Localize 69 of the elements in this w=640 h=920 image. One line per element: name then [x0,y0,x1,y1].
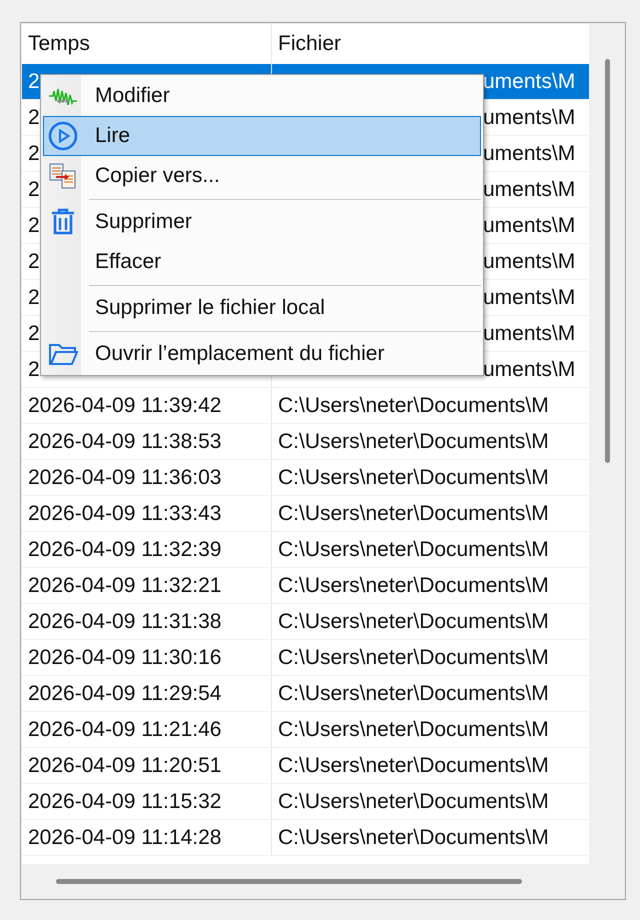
horizontal-scrollbar-thumb[interactable] [56,879,522,884]
table-cell: 2026-04-09 11:30:16 [28,646,222,669]
table-row[interactable]: 2026-04-09 11:30:16 C:\Users\neter\Documents\M [22,640,589,676]
table-cell: C:\Users\neter\Documents\M [278,394,549,417]
table-cell: 2026-04-09 11:36:03 [28,466,222,489]
table-row[interactable]: 2026-04-09 11:38:53 C:\Users\neter\Documents\M [22,424,589,460]
table-row[interactable]: 2026-04-09 11:29:54 C:\Users\neter\Documents\M [22,676,589,712]
table-cell: uments\M [483,214,576,237]
table-cell: 2026-04-09 11:14:28 [28,826,222,849]
table-cell: 2 [28,214,40,237]
table-cell: uments\M [483,70,576,93]
table-cell: uments\M [483,358,576,381]
table-row[interactable]: 2026-04-09 11:32:39 C:\Users\neter\Documents\M [22,532,589,568]
table-cell: 2026-04-09 11:32:21 [28,574,222,597]
column-header[interactable]: Fichier [272,24,589,64]
menu-item[interactable]: Copier vers... [43,156,481,196]
table-cell: 2 [28,142,40,165]
table-row[interactable]: 2026-04-09 11:33:43 C:\Users\neter\Documents\M [22,496,589,532]
table-cell: C:\Users\neter\Documents\M [278,754,549,777]
table-cell: 2026-04-09 11:31:38 [28,610,222,633]
table-cell: C:\Users\neter\Documents\M [278,574,549,597]
table-cell: uments\M [483,106,576,129]
table-row[interactable]: 2026-04-09 11:32:21 C:\Users\neter\Documents\M [22,568,589,604]
table-cell: C:\Users\neter\Documents\M [278,682,549,705]
table-cell: 2026-04-09 11:20:51 [28,754,222,777]
vertical-scrollbar-thumb[interactable] [604,59,610,463]
table-cell: 2 [28,250,40,273]
table-row[interactable]: 2026-04-09 11:39:42 C:\Users\neter\Documents\M [22,388,589,424]
table-row[interactable]: 2026-04-09 11:31:38 C:\Users\neter\Documents\M [22,604,589,640]
table-cell: C:\Users\neter\Documents\M [278,538,549,561]
menu-item[interactable]: Modifier [43,76,481,116]
table-cell: uments\M [483,286,576,309]
copy-icon [48,161,78,191]
table-cell: C:\Users\neter\Documents\M [278,646,549,669]
table-cell: 2 [28,70,40,93]
table-cell: 2026-04-09 11:15:32 [28,790,222,813]
table-cell: C:\Users\neter\Documents\M [278,826,549,849]
table-cell: C:\Users\neter\Documents\M [278,502,549,525]
menu-item[interactable]: Supprimer le fichier local [43,288,481,328]
table-row[interactable]: 2026-04-09 11:20:51 C:\Users\neter\Documents\M [22,748,589,784]
table-cell: 2026-04-09 11:39:42 [28,394,222,417]
table-cell: 2 [28,286,40,309]
play-icon [48,121,78,151]
table-cell: 2026-04-09 11:32:39 [28,538,222,561]
table-cell: 2026-04-09 11:21:46 [28,718,222,741]
menu-item[interactable]: Supprimer [43,202,481,242]
table-row[interactable]: 2026-04-09 11:14:28 C:\Users\neter\Documents\M [22,820,589,856]
table-cell: C:\Users\neter\Documents\M [278,466,549,489]
table-cell: C:\Users\neter\Documents\M [278,790,549,813]
table-cell: C:\Users\neter\Documents\M [278,610,549,633]
table-cell: uments\M [483,178,576,201]
table-row[interactable]: 2026-04-09 11:21:46 C:\Users\neter\Documents\M [22,712,589,748]
table-cell: 2 [28,178,40,201]
table-cell: 2026-04-09 11:29:54 [28,682,222,705]
menu-item[interactable]: Effacer [43,242,481,282]
table-cell: 2026-04-09 11:38:53 [28,430,222,453]
table-cell: C:\Users\neter\Documents\M [278,430,549,453]
menu-item[interactable]: Lire [43,116,481,156]
table-cell: 2 [28,322,40,345]
table-cell: uments\M [483,322,576,345]
table-cell: uments\M [483,142,576,165]
table-cell: 2 [28,106,40,129]
table-cell: C:\Users\neter\Documents\M [278,718,549,741]
table-row[interactable]: 2026-04-09 11:36:03 C:\Users\neter\Documents\M [22,460,589,496]
table-cell: 2 [28,358,40,381]
table-row[interactable]: 2026-04-09 11:15:32 C:\Users\neter\Documents\M [22,784,589,820]
menu-item[interactable]: Ouvrir l’emplacement du fichier [43,334,481,374]
table-cell: 2026-04-09 11:33:43 [28,502,222,525]
table-cell: uments\M [483,250,576,273]
